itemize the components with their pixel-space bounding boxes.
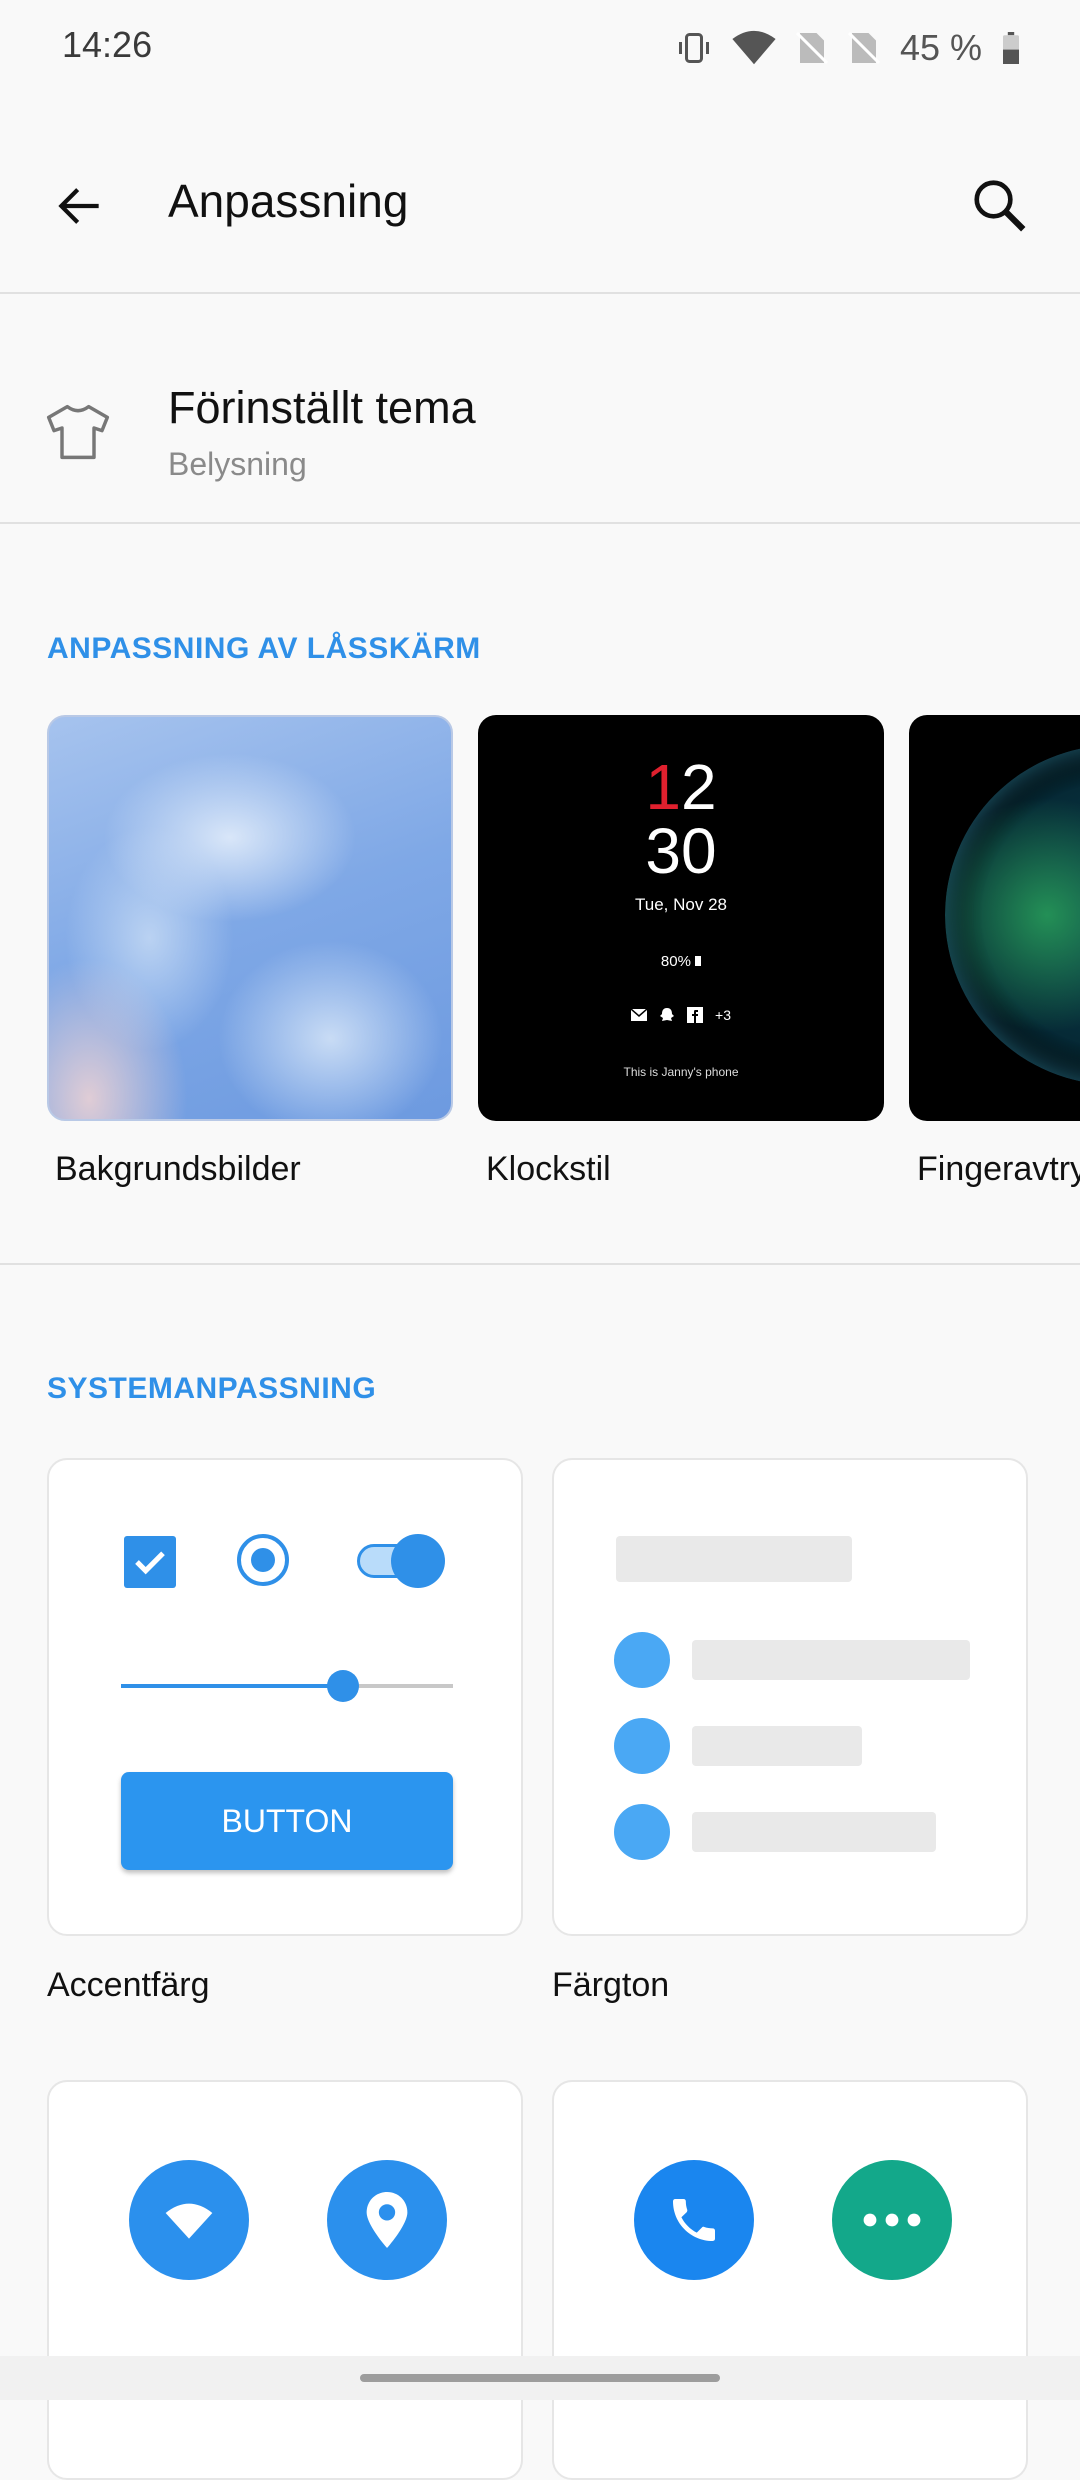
divider xyxy=(0,1263,1080,1265)
phone-icon xyxy=(673,2199,715,2241)
search-icon xyxy=(974,180,1026,232)
clock-hour-second-digit: 2 xyxy=(681,751,717,823)
preset-theme-title: Förinställt tema xyxy=(168,382,476,433)
battery-percentage: 45 % xyxy=(899,27,982,68)
tone-label: Färgton xyxy=(552,1966,670,2004)
clock-hour-first-digit: 1 xyxy=(645,751,681,823)
clock-date: Tue, Nov 28 xyxy=(635,895,727,914)
tone-preview-dot xyxy=(614,1804,670,1860)
tone-preview-dot xyxy=(614,1718,670,1774)
divider xyxy=(0,522,1080,524)
fingerprint-animation-preview xyxy=(945,745,1080,1085)
location-icon xyxy=(366,2192,408,2248)
checkmark-icon xyxy=(135,1551,165,1575)
preset-theme-row[interactable] xyxy=(0,294,1080,522)
tone-preview-line xyxy=(692,1726,862,1766)
snapchat-icon xyxy=(660,1008,675,1021)
clock-style-tile[interactable]: 12 30 Tue, Nov 28 80% +3 This is Janny's… xyxy=(478,715,884,1121)
phone-icon-preview xyxy=(634,2160,754,2280)
search-button[interactable] xyxy=(962,168,1038,244)
checkbox-preview xyxy=(124,1536,176,1588)
back-arrow-icon xyxy=(58,188,99,224)
fingerprint-tile-label: Fingeravtry xyxy=(917,1150,1080,1188)
clock-battery: 80% xyxy=(478,953,884,970)
clock-minutes: 30 xyxy=(645,815,717,887)
tone-preview-line xyxy=(692,1812,936,1852)
page-title: Anpassning xyxy=(168,175,409,227)
mail-icon xyxy=(631,1009,648,1021)
button-preview: BUTTON xyxy=(121,1772,453,1870)
slider-preview xyxy=(121,1670,453,1702)
system-section-heading: SYSTEMANPASSNING xyxy=(47,1372,377,1405)
fingerprint-tile[interactable] xyxy=(909,715,1080,1121)
wallpaper-tile[interactable] xyxy=(47,715,453,1121)
home-gesture-pill[interactable] xyxy=(360,2374,720,2382)
more-icon-preview xyxy=(832,2160,952,2280)
tone-preview-dot xyxy=(614,1632,670,1688)
more-icon xyxy=(863,2213,921,2227)
vibrate-icon xyxy=(678,33,709,63)
clock-owner-text: This is Janny's phone xyxy=(623,1065,739,1079)
battery-icon xyxy=(1003,32,1019,64)
wifi-icon xyxy=(165,2203,213,2239)
accent-color-card[interactable]: BUTTON xyxy=(47,1458,523,1936)
tone-preview-line xyxy=(692,1640,970,1680)
clock-notifications: +3 xyxy=(478,1007,884,1023)
wifi-icon-preview xyxy=(129,2160,249,2280)
facebook-icon xyxy=(687,1007,704,1023)
preset-theme-subtitle: Belysning xyxy=(168,446,307,482)
notifications-more: +3 xyxy=(715,1007,731,1023)
clock-hour: 12 xyxy=(478,755,884,819)
app-icon-card[interactable] xyxy=(552,2080,1028,2480)
clock-battery-text: 80% xyxy=(660,953,691,970)
status-time: 14:26 xyxy=(62,24,153,65)
no-sim-icon xyxy=(795,31,828,65)
lockscreen-section-heading: ANPASSNING AV LÅSSKÄRM xyxy=(47,632,481,665)
location-icon-preview xyxy=(327,2160,447,2280)
back-button[interactable] xyxy=(44,170,116,242)
wifi-icon xyxy=(732,30,776,65)
tone-card[interactable] xyxy=(552,1458,1028,1936)
button-preview-label: BUTTON xyxy=(221,1802,353,1839)
icon-shape-card[interactable] xyxy=(47,2080,523,2480)
accent-color-label: Accentfärg xyxy=(47,1966,210,2004)
battery-icon xyxy=(695,956,702,966)
radio-preview xyxy=(237,1534,289,1586)
tone-preview-header xyxy=(616,1536,852,1582)
wallpaper-tile-label: Bakgrundsbilder xyxy=(55,1150,301,1188)
clock-style-tile-label: Klockstil xyxy=(486,1150,611,1188)
tshirt-icon xyxy=(46,404,110,460)
no-sim-icon xyxy=(847,31,880,65)
toggle-knob xyxy=(391,1534,445,1588)
status-icons: 45 % xyxy=(676,20,1020,76)
